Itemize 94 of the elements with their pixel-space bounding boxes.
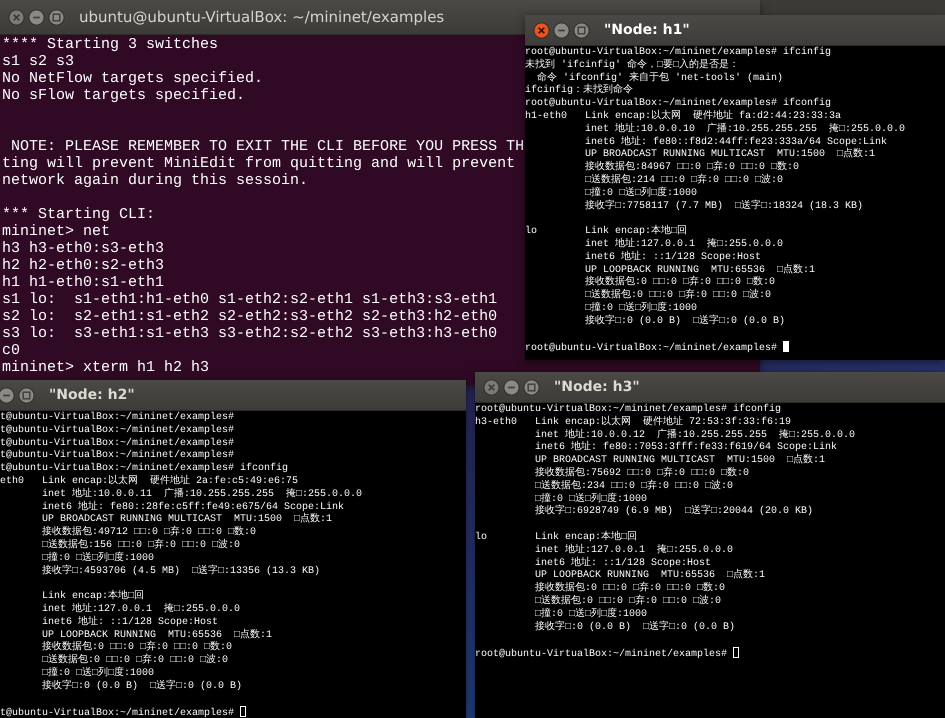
terminal-line: root@ubuntu-VirtualBox:~/mininet/examples# ifconfig: [525, 98, 832, 110]
terminal-line: 接收字□:4593706 (4.5 MB) □送字□:13356 (13.3 KB): [41, 566, 320, 577]
terminal-line: inet6 地址: ::1/128 Scope:Host: [534, 558, 712, 569]
terminal-line: □撞:0 □送□列□度:1000: [41, 552, 154, 564]
prompt-text: t@ubuntu-VirtualBox:~/mininet/examples#: [0, 708, 236, 718]
terminal-line: □撞:0 □送□列□度:1000: [584, 302, 698, 314]
terminal-line: □送数据包:0 □□:0 □弃:0 □□:0 □波:0: [41, 655, 228, 666]
terminal-line: inet6 地址: fe80::7053:3fff:fe33:f619/64 Scope:Link: [534, 442, 838, 454]
terminal-line: □送数据包:214 □□:0 □弃:0 □□:0 □波:0: [584, 174, 784, 186]
terminal-line: No NetFlow targets specified.: [2, 70, 264, 87]
terminal-line: 命令 'ifconfig' 来自于包 'net-tools' (main): [536, 72, 784, 84]
terminal-line: inet 地址:10.0.0.12 广播:10.255.255.255 掩□:255.0.0.0: [534, 430, 856, 441]
terminal-line: inet6 地址: ::1/128 Scope:Host: [41, 616, 218, 628]
window-title: "Node: h3": [554, 379, 640, 395]
terminal-line: t@ubuntu-VirtualBox:~/mininet/examples#: [0, 438, 234, 449]
terminal-line: 接收数据包:0 □□:0 □弃:0 □□:0 □数:0: [534, 583, 726, 594]
terminal-line: UP BROADCAST RUNNING MULTICAST MTU:1500 □点数:1: [584, 149, 876, 160]
terminal-line: 接收数据包:49712 □□:0 □弃:0 □□:0 □数:0: [41, 527, 256, 538]
terminal-line: h3 h3-eth0:s3-eth3: [2, 240, 164, 257]
close-button[interactable]: [533, 22, 550, 38]
terminal-line: inet 地址:127.0.0.1 掩□:255.0.0.0: [41, 604, 240, 615]
maximize-button[interactable]: [48, 8, 65, 26]
terminal-line: t@ubuntu-VirtualBox:~/mininet/examples#: [0, 450, 234, 462]
terminal-line: inet 地址:127.0.0.1 掩□:255.0.0.0: [584, 238, 784, 250]
terminal-line: 接收数据包:0 □□:0 □弃:0 □□:0 □数:0: [584, 277, 776, 288]
terminal-line: 接收字□:7758117 (7.7 MB) □送字□:18324 (18.3 KB): [584, 200, 864, 212]
terminal-line: root@ubuntu-VirtualBox:~/mininet/examples# ifcinfig: [525, 47, 832, 58]
terminal-line: □送数据包:156 □□:0 □弃:0 □□:0 □波:0: [41, 540, 240, 551]
close-button[interactable]: [8, 8, 25, 26]
terminal-line: h2 h2-eth0:s2-eth3: [2, 257, 164, 274]
terminal-line: □撞:0 □送□列□度:1000: [41, 668, 154, 679]
terminal-line: UP LOOPBACK RUNNING MTU:65536 □点数:1: [534, 570, 766, 582]
maximize-button[interactable]: [523, 378, 540, 396]
terminal-line: 接收数据包:84967 □□:0 □弃:0 □□:0 □数:0: [584, 162, 800, 174]
terminal-line: inet 地址:10.0.0.11 广播:10.255.255.255 掩□:255.0.0.0: [41, 488, 362, 500]
terminal-line: □撞:0 □送□列□度:1000: [584, 188, 698, 199]
terminal-line: inet6 地址: fe80::f8d2:44ff:fe23:333a/64 Scope:Link: [584, 136, 888, 148]
terminal-line: lo Link encap:本地□回: [525, 226, 688, 238]
maximize-button[interactable]: [573, 22, 590, 38]
prompt-text: root@ubuntu-VirtualBox:~/mininet/examples#: [525, 343, 778, 354]
close-button[interactable]: [483, 378, 500, 396]
minimize-button[interactable]: [0, 386, 15, 404]
minimize-button[interactable]: [503, 378, 520, 396]
terminal-line: inet 地址:10.0.0.10 广播:10.255.255.255 掩□:255.0.0.0: [584, 124, 906, 135]
terminal-line: *** Starting CLI:: [2, 206, 156, 223]
terminal-line: t@ubuntu-VirtualBox:~/mininet/examples# ifconfig: [0, 463, 288, 474]
terminal-line: ting will prevent MiniEdit from quitting and will prevent: [2, 155, 516, 172]
window-title: "Node: h2": [49, 387, 135, 403]
terminal-line: No sFlow targets specified.: [2, 87, 246, 104]
window-title: ubuntu@ubuntu-VirtualBox: ~/mininet/examples: [79, 8, 444, 26]
terminal-line: t@ubuntu-VirtualBox:~/mininet/examples#: [0, 412, 234, 423]
terminal-line: 接收字□:6928749 (6.9 MB) □送字□:20044 (20.0 KB): [534, 506, 814, 518]
terminal-line: **** Starting 3 switches: [2, 36, 218, 53]
terminal-line: 接收字□:0 (0.0 B) □送字□:0 (0.0 B): [534, 622, 736, 633]
terminal-line: UP LOOPBACK RUNNING MTU:65536 □点数:1: [584, 264, 816, 276]
terminal-line: UP LOOPBACK RUNNING MTU:65536 □点数:1: [41, 630, 272, 641]
terminal-line: 接收字□:0 (0.0 B) □送字□:0 (0.0 B): [584, 316, 786, 327]
minimize-button[interactable]: [28, 8, 45, 26]
terminal-line: □送数据包:234 □□:0 □弃:0 □□:0 □波:0: [534, 480, 734, 492]
window-title: "Node: h1": [604, 22, 690, 38]
terminal-line: c0: [2, 342, 20, 359]
terminal-line: inet 地址:127.0.0.1 掩□:255.0.0.0: [534, 544, 734, 556]
terminal-line: mininet> xterm h1 h2 h3: [2, 359, 210, 376]
terminal-line: t@ubuntu-VirtualBox:~/mininet/examples#: [0, 424, 234, 436]
terminal-line: Link encap:本地□回: [41, 591, 144, 602]
terminal-line: UP BROADCAST RUNNING MULTICAST MTU:1500 □点数:1: [534, 455, 826, 466]
terminal-line: UP BROADCAST RUNNING MULTICAST MTU:1500 □点数:1: [41, 514, 332, 526]
terminal-line: s1 s2 s3: [2, 53, 74, 70]
terminal-line: NOTE: PLEASE REMEMBER TO EXIT THE CLI BEFORE YOU PRESS TH: [10, 138, 524, 155]
terminal-line: root@ubuntu-VirtualBox:~/mininet/examples# ifconfig: [475, 404, 782, 415]
terminal-line: □撞:0 □送□列□度:1000: [534, 494, 648, 505]
terminal-line: mininet> net: [2, 223, 110, 240]
terminal-line: s1 lo: s1-eth1:h1-eth0 s1-eth2:s2-eth1 s1-eth3:s3-eth1: [2, 291, 498, 308]
maximize-button[interactable]: [18, 386, 35, 404]
terminal-line: eth0 Link encap:以太网 硬件地址 2a:fe:c5:49:e6:75: [0, 476, 298, 487]
terminal-line: h1 h1-eth0:s1-eth1: [2, 274, 164, 291]
terminal-line: 接收字□:0 (0.0 B) □送字□:0 (0.0 B): [41, 680, 242, 692]
terminal-line: network again during this sessoin.: [2, 172, 308, 189]
prompt-text: root@ubuntu-VirtualBox:~/mininet/examples#: [475, 649, 728, 660]
terminal-line: □送数据包:0 □□:0 □弃:0 □□:0 □波:0: [534, 596, 722, 607]
terminal-line: inet6 地址: fe80::28fe:c5ff:fe49:e675/64 Scope:Link: [41, 502, 344, 513]
terminal-line: h1-eth0 Link encap:以太网 硬件地址 fa:d2:44:23:33:3a: [525, 110, 842, 122]
terminal-line: 未找到 'ifcinfig' 命令，□要□入的是否是：: [525, 60, 740, 71]
terminal-line: lo Link encap:本地□回: [475, 532, 638, 543]
terminal-line: inet6 地址: ::1/128 Scope:Host: [584, 252, 762, 263]
terminal-line: 接收数据包:0 □□:0 □弃:0 □□:0 □数:0: [41, 642, 232, 654]
terminal-line: ifcinfig：未找到命令: [525, 85, 634, 96]
terminal-line: s2 lo: s2-eth1:s1-eth2 s2-eth2:s3-eth2 s2-eth3:h2-eth0: [2, 308, 498, 325]
terminal-line: 接收数据包:75692 □□:0 □弃:0 □□:0 □数:0: [534, 468, 750, 479]
minimize-button[interactable]: [553, 22, 570, 38]
terminal-line: s3 lo: s3-eth1:s1-eth3 s3-eth2:s2-eth2 s3-eth3:h3-eth0: [2, 325, 498, 342]
terminal-line: □撞:0 □送□列□度:1000: [534, 608, 648, 620]
terminal-line: □送数据包:0 □□:0 □弃:0 □□:0 □波:0: [584, 290, 772, 302]
terminal-line: h3-eth0 Link encap:以太网 硬件地址 72:53:3f:33:f6:19: [475, 416, 792, 428]
